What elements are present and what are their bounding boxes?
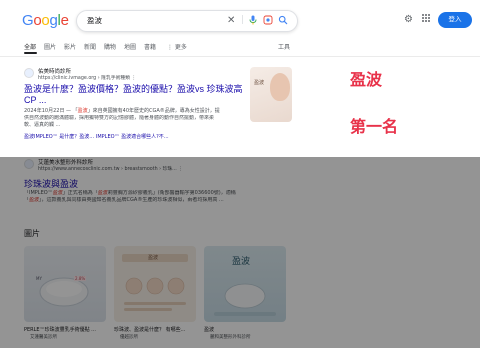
result1-title-line2: CP ... (24, 95, 47, 105)
tab-books[interactable]: 書籍 (144, 42, 156, 51)
header-divider (0, 56, 480, 57)
clear-icon[interactable]: ✕ (227, 15, 235, 26)
result1-sitelinks[interactable]: 盈波IMPLEO™ 是什麼？盈波… IMPLEO™ 盈波適合哪些人?不... (24, 133, 169, 140)
dim-overlay (0, 157, 480, 348)
divider-line: | (241, 15, 245, 25)
search-box[interactable]: 盈波 ✕ | (76, 10, 298, 32)
logo-letter: G (22, 12, 34, 29)
thumbnail-text: 盈波 (254, 80, 265, 86)
result1-site-url[interactable]: https://clinic.ivmage.org › 隆乳手術種類 ⋮ (38, 74, 136, 81)
snippet-text: 」來自英國擁有40年歷史的CGA®品牌，專為女性設計，提 (87, 108, 220, 114)
tab-maps[interactable]: 地圖 (124, 42, 136, 51)
overlay-label-top: 盈波 (350, 70, 383, 89)
tools-button[interactable]: 工具 (278, 42, 290, 51)
snippet-date: 2024年10月22日 — 「 (24, 108, 78, 114)
apps-grid-icon[interactable] (421, 13, 431, 26)
tab-videos[interactable]: 影片 (64, 42, 76, 51)
logo-letter: g (49, 12, 58, 29)
overlay-label-bottom: 第一名 (350, 117, 399, 136)
logo-letter: e (60, 12, 69, 29)
google-logo[interactable]: Google (22, 12, 69, 29)
tab-news[interactable]: 新聞 (84, 42, 96, 51)
site-favicon (24, 68, 34, 78)
tab-images[interactable]: 圖片 (44, 42, 56, 51)
search-icon[interactable] (278, 15, 288, 29)
snippet-text: 軟、逼真的觸 ... (24, 122, 61, 128)
tab-all[interactable]: 全部 (24, 42, 36, 51)
settings-gear-icon[interactable]: ⚙ (404, 14, 413, 25)
result1-snippet: 2024年10月22日 — 「盈波」來自英國擁有40年歷史的CGA®品牌，專為女… (24, 108, 248, 129)
search-input[interactable]: 盈波 (87, 15, 102, 26)
tab-more[interactable]: ⋮ 更多 (167, 42, 187, 51)
tab-shopping[interactable]: 購物 (104, 42, 116, 51)
microphone-icon[interactable] (249, 15, 257, 29)
snippet-text: 供自然波動的飽滿體驗，採用獨特雙方的記憶膠體，隨著身體的動作自然擺動，帶來柔 (24, 115, 215, 121)
lens-icon[interactable] (263, 15, 273, 29)
login-button[interactable]: 登入 (438, 12, 472, 28)
model-face-image (270, 73, 290, 101)
active-tab-indicator (24, 52, 37, 54)
result1-thumbnail[interactable]: 盈波 (250, 67, 292, 122)
result1-title-line1: 盈波是什麼？盈波價格？盈波的優點？盈波vs 珍珠波高 (24, 84, 243, 94)
result1-title[interactable]: 盈波是什麼？盈波價格？盈波的優點？盈波vs 珍珠波高 CP ... (24, 84, 250, 106)
snippet-highlight: 盈波 (77, 108, 88, 114)
